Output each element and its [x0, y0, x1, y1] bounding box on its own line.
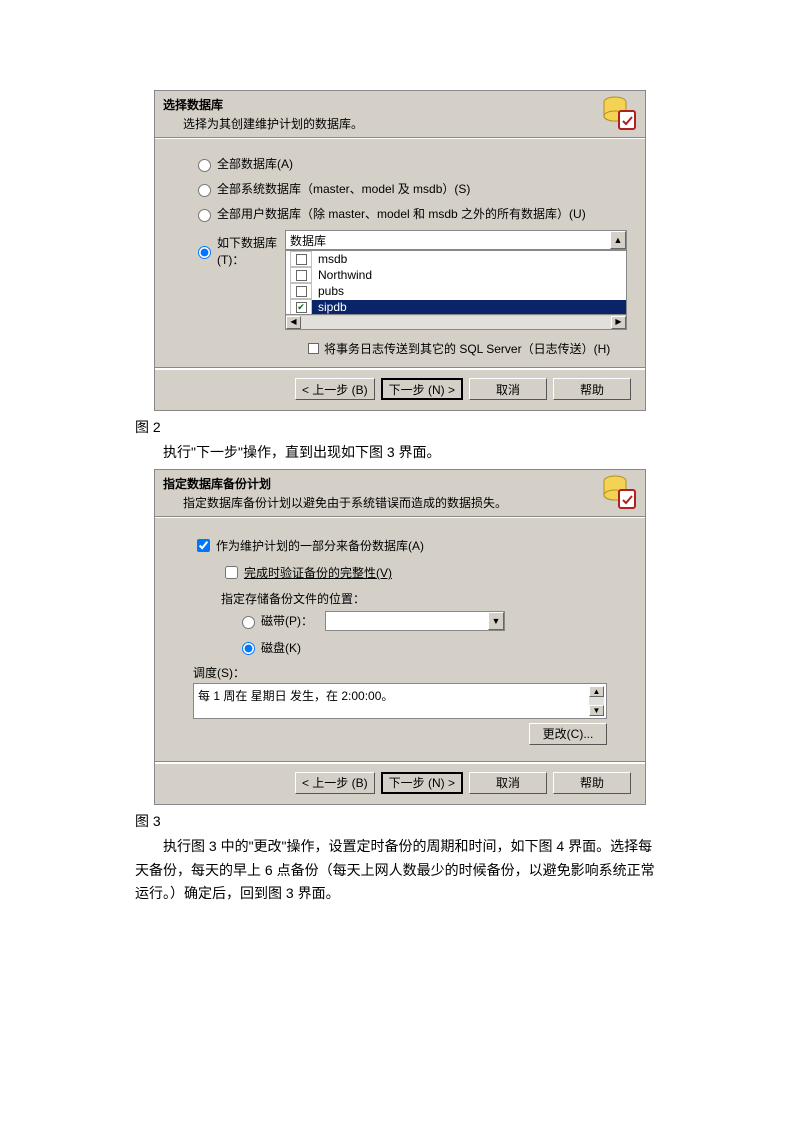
dialog1-title: 选择数据库 [163, 96, 637, 113]
radio-user-label: 全部用户数据库（除 master、model 和 msdb 之外的所有数据库）(… [217, 205, 586, 222]
scroll-track[interactable] [301, 316, 611, 329]
database-plan-icon [601, 474, 637, 510]
scroll-right-icon[interactable]: ▶ [611, 316, 626, 329]
cancel-button[interactable]: 取消 [469, 772, 547, 794]
database-plan-icon [601, 95, 637, 131]
scroll-down-icon[interactable]: ▼ [589, 705, 604, 716]
next-button[interactable]: 下一步 (N) > [381, 772, 463, 794]
scroll-track[interactable] [589, 697, 604, 705]
db-item-label: sipdb [312, 300, 626, 314]
figure-3-caption: 图 3 [135, 811, 665, 831]
radio-all-label: 全部数据库(A) [217, 155, 293, 172]
backup-as-plan-label: 作为维护计划的一部分来备份数据库(A) [216, 537, 424, 554]
radio-user-input[interactable] [198, 209, 211, 222]
radio-tape-label: 磁带(P)： [261, 612, 313, 629]
radio-tape-input[interactable] [242, 616, 255, 629]
dialog1-body: 全部数据库(A) 全部系统数据库（master、model 及 msdb）(S)… [155, 139, 645, 367]
checkbox-icon[interactable] [296, 270, 307, 281]
dialog2-title: 指定数据库备份计划 [163, 475, 637, 492]
radio-user-databases[interactable]: 全部用户数据库（除 master、model 和 msdb 之外的所有数据库）(… [193, 205, 627, 222]
horizontal-scrollbar[interactable]: ◀ ▶ [286, 314, 626, 329]
vertical-scrollbar[interactable]: ▲ ▼ [589, 686, 604, 716]
dialog1-header: 选择数据库 选择为其创建维护计划的数据库。 [155, 91, 645, 137]
paragraph-1: 执行"下一步"操作，直到出现如下图 3 界面。 [135, 441, 665, 465]
dialog-backup-plan: 指定数据库备份计划 指定数据库备份计划以避免由于系统错误而造成的数据损失。 作为… [154, 469, 646, 805]
verify-backup-checkbox[interactable]: 完成时验证备份的完整性(V) [221, 563, 627, 582]
location-label: 指定存储备份文件的位置： [221, 590, 627, 607]
list-item[interactable]: Northwind [286, 267, 626, 283]
log-shipping-label: 将事务日志传送到其它的 SQL Server（日志传送）(H) [324, 340, 610, 357]
paragraph-2: 执行图 3 中的"更改"操作，设置定时备份的周期和时间，如下图 4 界面。选择每… [135, 835, 665, 906]
radio-disk-label: 磁盘(K) [261, 639, 301, 656]
db-item-label: Northwind [312, 268, 626, 282]
dialog2-subtitle: 指定数据库备份计划以避免由于系统错误而造成的数据损失。 [163, 494, 637, 511]
checkbox-icon[interactable] [296, 254, 307, 265]
db-item-label: msdb [312, 252, 626, 266]
figure-2-caption: 图 2 [135, 417, 665, 437]
radio-disk-input[interactable] [242, 642, 255, 655]
list-item[interactable]: pubs [286, 283, 626, 299]
verify-backup-input[interactable] [225, 566, 238, 579]
help-button[interactable]: 帮助 [553, 772, 631, 794]
checkbox-icon[interactable] [296, 286, 307, 297]
radio-these-databases[interactable]: 如下数据库(T)： [193, 234, 285, 268]
checkbox-icon[interactable] [308, 343, 319, 354]
dialog2-body: 作为维护计划的一部分来备份数据库(A) 完成时验证备份的完整性(V) 指定存储备… [155, 518, 645, 761]
backup-as-plan-input[interactable] [197, 539, 210, 552]
schedule-label: 调度(S)： [193, 664, 627, 681]
list-item[interactable]: msdb [286, 251, 626, 267]
radio-disk[interactable]: 磁盘(K) [237, 639, 627, 656]
radio-these-input[interactable] [198, 246, 211, 259]
database-combo-header[interactable]: 数据库 ▲ [285, 230, 627, 250]
radio-system-label: 全部系统数据库（master、model 及 msdb）(S) [217, 180, 470, 197]
tape-dropdown[interactable]: ▼ [325, 611, 505, 631]
list-item[interactable]: ✔ sipdb [286, 299, 626, 315]
dialog2-button-row: < 上一步 (B) 下一步 (N) > 取消 帮助 [155, 763, 645, 804]
radio-all-input[interactable] [198, 159, 211, 172]
dialog2-header: 指定数据库备份计划 指定数据库备份计划以避免由于系统错误而造成的数据损失。 [155, 470, 645, 516]
change-button[interactable]: 更改(C)... [529, 723, 607, 745]
log-shipping-checkbox-row[interactable]: 将事务日志传送到其它的 SQL Server（日志传送）(H) [308, 340, 627, 357]
radio-system-input[interactable] [198, 184, 211, 197]
back-button[interactable]: < 上一步 (B) [295, 772, 375, 794]
back-button[interactable]: < 上一步 (B) [295, 378, 375, 400]
dialog-select-database: 选择数据库 选择为其创建维护计划的数据库。 全部数据库(A) 全部系统数据库（m… [154, 90, 646, 411]
scroll-left-icon[interactable]: ◀ [286, 316, 301, 329]
schedule-text: 每 1 周在 星期日 发生，在 2:00:00。 [198, 689, 393, 703]
scroll-up-icon[interactable]: ▲ [589, 686, 604, 697]
chevron-down-icon[interactable]: ▼ [488, 612, 504, 630]
backup-as-plan-checkbox[interactable]: 作为维护计划的一部分来备份数据库(A) [193, 536, 627, 555]
db-item-label: pubs [312, 284, 626, 298]
dialog1-subtitle: 选择为其创建维护计划的数据库。 [163, 115, 637, 132]
schedule-textbox[interactable]: 每 1 周在 星期日 发生，在 2:00:00。 ▲ ▼ [193, 683, 607, 719]
radio-tape[interactable]: 磁带(P)： ▼ [237, 611, 627, 631]
combo-arrow-icon[interactable]: ▲ [610, 231, 626, 249]
help-button[interactable]: 帮助 [553, 378, 631, 400]
radio-these-label: 如下数据库(T)： [217, 234, 285, 268]
radio-all-databases[interactable]: 全部数据库(A) [193, 155, 627, 172]
cancel-button[interactable]: 取消 [469, 378, 547, 400]
radio-system-databases[interactable]: 全部系统数据库（master、model 及 msdb）(S) [193, 180, 627, 197]
database-combo-label: 数据库 [290, 232, 326, 249]
verify-backup-label: 完成时验证备份的完整性(V) [244, 564, 392, 581]
dialog1-button-row: < 上一步 (B) 下一步 (N) > 取消 帮助 [155, 369, 645, 410]
database-list[interactable]: msdb Northwind pubs ✔ sipdb [285, 250, 627, 330]
next-button[interactable]: 下一步 (N) > [381, 378, 463, 400]
checkbox-checked-icon[interactable]: ✔ [296, 302, 307, 313]
